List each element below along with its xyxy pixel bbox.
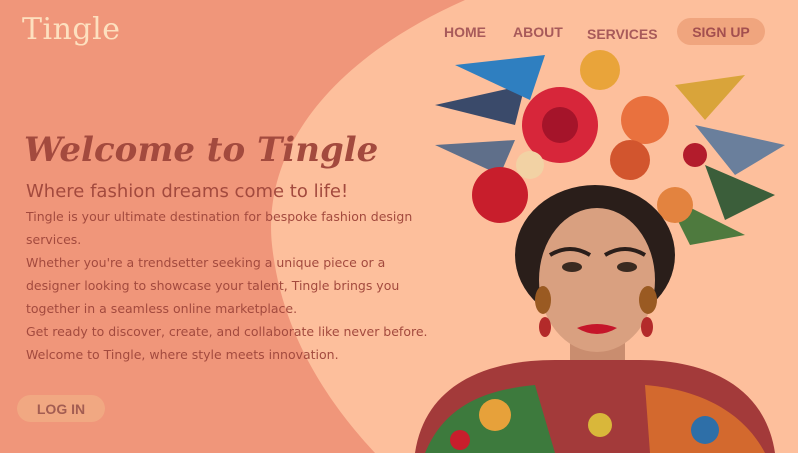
login-button[interactable]: LOG IN <box>17 395 105 422</box>
nav-services[interactable]: SERVICES <box>587 26 658 42</box>
signup-button[interactable]: SIGN UP <box>677 18 765 45</box>
hero-portrait-image <box>415 50 785 453</box>
landing-page: Tingle HOME ABOUT SERVICES SIGN UP Welco… <box>0 0 798 453</box>
logo[interactable]: Tingle <box>22 12 120 47</box>
hero-paragraph: Get ready to discover, create, and colla… <box>26 324 428 339</box>
hero-subtitle: Where fashion dreams come to life! <box>26 181 349 202</box>
hero-title: Welcome to Tingle <box>24 130 379 170</box>
nav-home[interactable]: HOME <box>444 24 486 40</box>
hero-paragraph: Welcome to Tingle, where style meets inn… <box>26 347 339 362</box>
hero-paragraph: Whether you're a trendsetter seeking a u… <box>26 255 400 316</box>
nav-about[interactable]: ABOUT <box>513 24 563 40</box>
hero-paragraph: Tingle is your ultimate destination for … <box>26 209 413 247</box>
